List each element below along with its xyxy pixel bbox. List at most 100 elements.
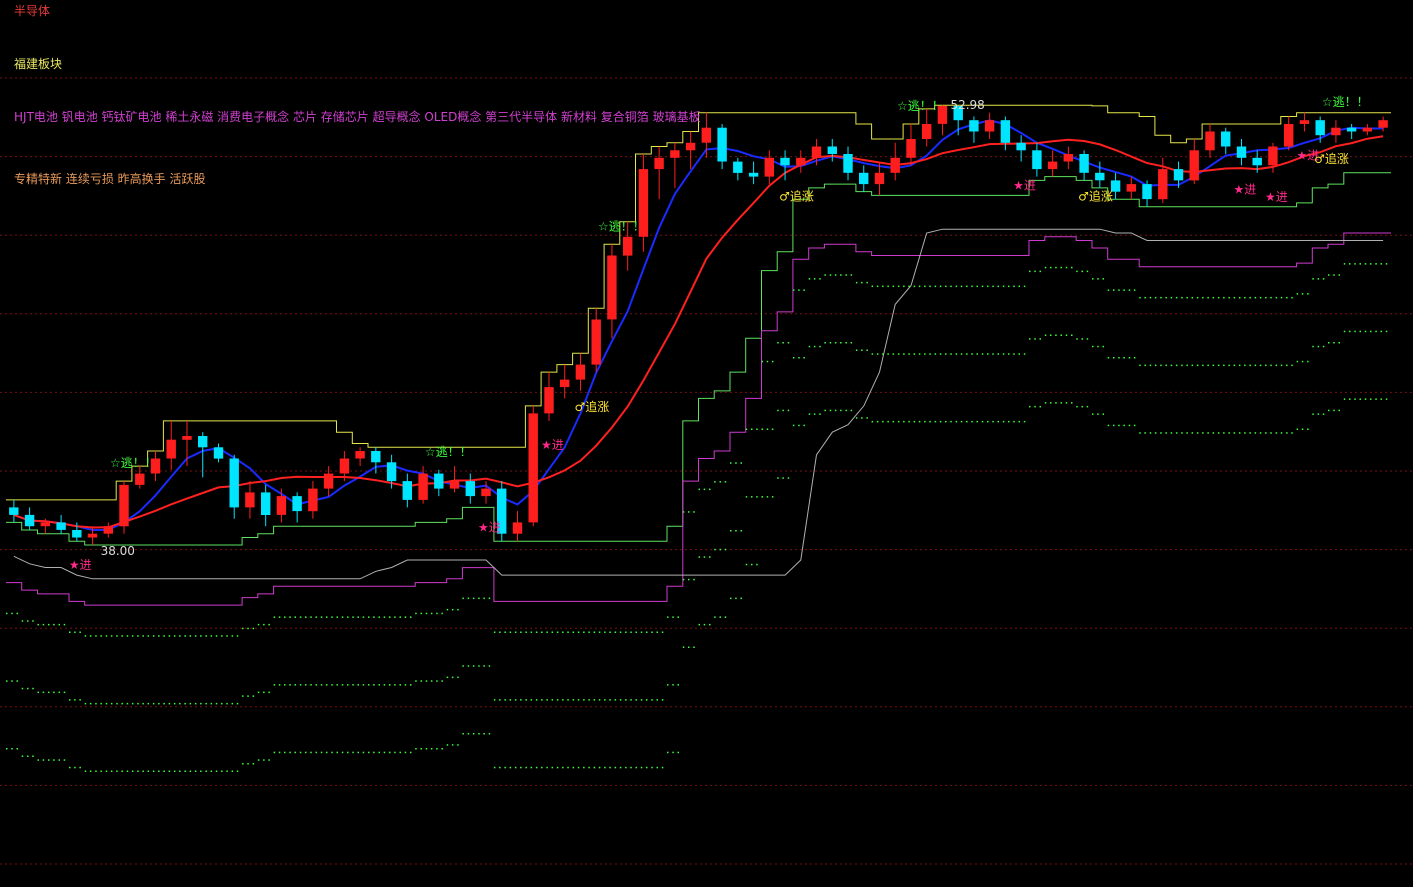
support-dot — [924, 420, 926, 423]
support-dot — [824, 342, 826, 344]
support-dot — [945, 420, 947, 423]
support-dot — [882, 285, 884, 288]
candle-body — [1205, 131, 1215, 151]
support-dot — [1160, 364, 1162, 367]
support-dot — [1175, 364, 1178, 367]
support-dot — [771, 496, 774, 498]
support-dot — [1050, 266, 1052, 269]
candle-body — [119, 484, 129, 527]
support-dot — [357, 751, 359, 754]
support-dot — [824, 274, 826, 276]
support-dot — [625, 699, 627, 701]
support-dot — [1385, 263, 1388, 265]
support-dot — [945, 353, 947, 355]
support-dot — [105, 635, 108, 637]
support-dot — [16, 680, 18, 682]
candlestick-chart[interactable]: 52.98 38.00 ☆逃！！ ☆逃！！ ☆逃！！ ☆逃！！ ☆逃！！ ★进 ★进 ★进 ★进 ★进… — [0, 0, 1413, 887]
candle-body — [560, 379, 570, 388]
support-dot — [813, 278, 816, 280]
support-dot — [1280, 364, 1283, 367]
support-dot — [897, 420, 900, 423]
support-dot — [1265, 296, 1267, 299]
support-dot — [651, 631, 653, 633]
support-dot — [609, 766, 611, 769]
support-dot — [6, 680, 8, 682]
support-dot — [745, 496, 748, 498]
support-dot — [703, 556, 706, 558]
support-dot — [116, 770, 118, 772]
support-dot — [719, 481, 721, 483]
support-dot — [777, 342, 779, 344]
support-dot — [819, 278, 821, 280]
support-dot — [472, 733, 475, 735]
support-dot — [1338, 342, 1340, 344]
support-dot — [42, 759, 45, 761]
support-dot — [1029, 270, 1031, 273]
support-dot — [42, 691, 45, 694]
candle-body — [1032, 150, 1042, 170]
support-dot — [173, 702, 176, 705]
support-dot — [551, 699, 554, 701]
support-dot — [221, 702, 223, 705]
support-dot — [546, 631, 548, 633]
support-dot — [572, 766, 575, 769]
support-dot — [168, 770, 171, 772]
support-dot — [677, 616, 679, 618]
support-dot — [263, 623, 265, 626]
candle-body — [87, 533, 98, 538]
support-dot — [1081, 405, 1083, 408]
support-dot — [1207, 432, 1209, 434]
support-dot — [829, 274, 832, 276]
support-dot — [242, 627, 244, 630]
support-dot — [1375, 263, 1377, 265]
support-dot — [525, 699, 527, 701]
support-dot — [420, 680, 422, 682]
support-dot — [11, 612, 13, 615]
support-dot — [48, 759, 50, 761]
support-dot — [1380, 263, 1382, 265]
support-dot — [630, 631, 632, 633]
support-dot — [1065, 334, 1068, 336]
support-dot — [782, 477, 784, 479]
support-dot — [688, 578, 690, 581]
support-dot — [845, 274, 847, 276]
support-dot — [1128, 424, 1131, 427]
support-dot — [1196, 296, 1199, 299]
support-dot — [1249, 432, 1251, 434]
support-dot — [646, 631, 648, 633]
support-dot — [908, 285, 910, 288]
support-dot — [1002, 420, 1005, 423]
support-dot — [410, 616, 412, 618]
support-dot — [541, 766, 543, 769]
support-dot — [740, 530, 742, 532]
support-dot — [1118, 357, 1120, 359]
support-dot — [1202, 364, 1204, 367]
support-dot — [105, 702, 108, 705]
support-dot — [1317, 278, 1320, 280]
support-dot — [981, 285, 984, 288]
support-dot — [1081, 270, 1083, 273]
support-dot — [955, 285, 958, 288]
candle-body — [1047, 161, 1058, 170]
support-dot — [116, 635, 118, 637]
candle-body — [1378, 120, 1388, 128]
support-dot — [635, 631, 637, 633]
support-dot — [126, 702, 129, 705]
support-dot — [1002, 285, 1005, 288]
support-dot — [992, 420, 994, 423]
support-dot — [535, 631, 538, 633]
support-dot — [546, 699, 548, 701]
support-dot — [625, 766, 627, 769]
candle-body — [1252, 157, 1262, 166]
support-dot — [147, 770, 150, 772]
support-dot — [735, 462, 737, 464]
support-dot — [74, 699, 76, 701]
support-dot — [635, 766, 637, 769]
candle-body — [591, 319, 601, 365]
support-dot — [436, 680, 438, 682]
support-dot — [79, 766, 81, 769]
support-dot — [950, 285, 952, 288]
support-dot — [682, 578, 685, 581]
support-dot — [803, 357, 805, 359]
support-dot — [709, 488, 711, 491]
